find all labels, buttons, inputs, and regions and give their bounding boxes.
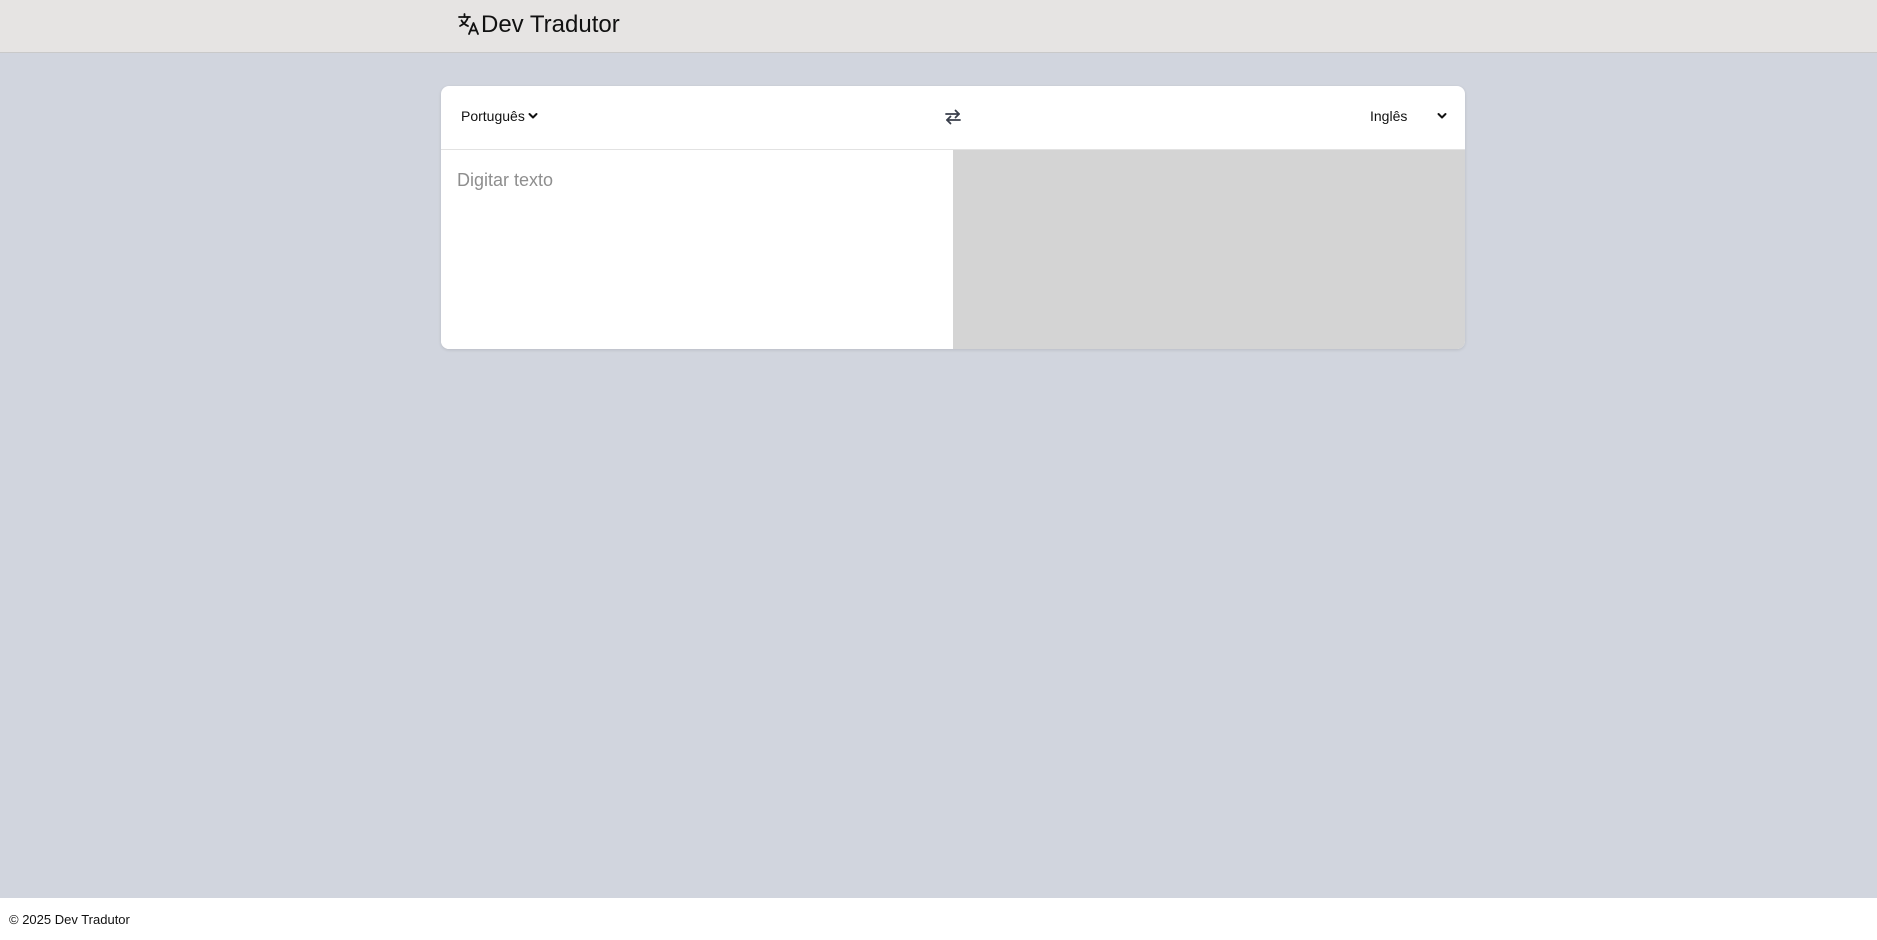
app-title: Dev Tradutor — [481, 11, 620, 38]
chevron-down-icon — [528, 113, 538, 119]
source-text-pane — [441, 150, 953, 349]
target-language-label: Inglês — [1370, 108, 1408, 124]
chevron-down-icon — [1437, 113, 1447, 119]
language-bar: Português Inglês — [441, 86, 1465, 150]
translator-card: Português Inglês — [441, 86, 1465, 349]
copyright-text: © 2025 Dev Tradutor — [9, 912, 130, 927]
translation-output-pane — [953, 150, 1465, 349]
swap-languages-icon[interactable] — [943, 108, 963, 126]
source-language-label: Português — [461, 108, 525, 124]
brand[interactable]: Dev Tradutor — [457, 10, 620, 40]
source-language-select[interactable]: Português — [461, 108, 538, 124]
footer: © 2025 Dev Tradutor — [0, 898, 1877, 940]
top-navbar: Dev Tradutor — [0, 0, 1877, 53]
target-language-select[interactable]: Inglês — [1370, 108, 1447, 124]
source-text-input[interactable] — [441, 150, 953, 349]
translate-icon — [458, 13, 479, 35]
